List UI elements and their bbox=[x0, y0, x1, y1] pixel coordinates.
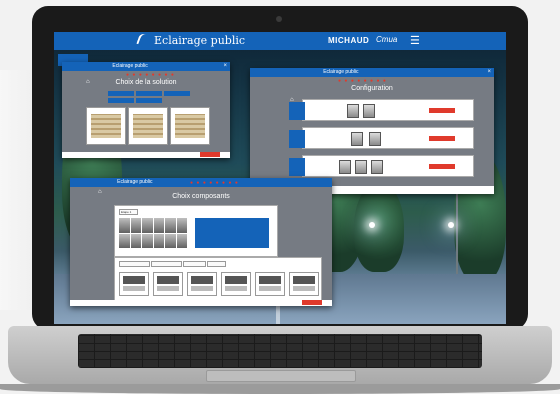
section-heading: Configuration bbox=[351, 85, 393, 92]
component-slot[interactable] bbox=[165, 233, 176, 248]
window-title: Eclairage public bbox=[117, 179, 153, 185]
laptop: Eclairage public MICHAUD Cmua ☰ Eclairag… bbox=[32, 6, 528, 330]
app-header: Eclairage public MICHAUD Cmua ☰ bbox=[54, 32, 506, 50]
config-row[interactable] bbox=[289, 99, 474, 121]
window-configuration: Eclairage public × ● ● ● ● ● ● ● ● Confi… bbox=[250, 68, 494, 194]
select-field[interactable] bbox=[151, 261, 182, 267]
leaf-icon bbox=[136, 32, 152, 48]
window-header: Eclairage public ● ● ● ● ● ● ● ● bbox=[70, 178, 332, 187]
home-icon[interactable]: ⌂ bbox=[86, 79, 90, 85]
component-image bbox=[355, 160, 367, 174]
street-light bbox=[448, 222, 454, 228]
screen: Eclairage public MICHAUD Cmua ☰ Eclairag… bbox=[54, 32, 506, 324]
solution-image bbox=[91, 114, 121, 138]
content-area: ⌂ Choix composants Etape 1 bbox=[70, 187, 332, 301]
select-field[interactable] bbox=[183, 261, 206, 267]
row-label bbox=[289, 130, 305, 148]
row-label bbox=[289, 158, 305, 176]
component-image bbox=[351, 132, 363, 146]
filter-tabs bbox=[108, 98, 162, 103]
street-light bbox=[369, 222, 375, 228]
webcam bbox=[276, 16, 282, 22]
solution-card[interactable] bbox=[86, 107, 126, 145]
component-slot[interactable] bbox=[153, 233, 164, 248]
component-slot[interactable] bbox=[119, 218, 130, 233]
component-slot[interactable] bbox=[130, 218, 141, 233]
component-image bbox=[339, 160, 351, 174]
window-header: Eclairage public × bbox=[62, 62, 230, 71]
option-thumb[interactable] bbox=[153, 272, 183, 296]
window-title: Eclairage public bbox=[112, 63, 148, 69]
row-label bbox=[289, 102, 305, 120]
window-solution: Eclairage public × ● ● ● ● ● ● ● ● Choix… bbox=[62, 62, 230, 158]
component-grid bbox=[119, 218, 187, 248]
component-selector: Etape 1 bbox=[114, 205, 278, 257]
filter-tab[interactable] bbox=[108, 98, 134, 103]
component-image bbox=[347, 104, 359, 118]
config-row[interactable] bbox=[289, 127, 474, 149]
component-slot[interactable] bbox=[165, 218, 176, 233]
window-header: Eclairage public × bbox=[250, 68, 494, 77]
component-slot[interactable] bbox=[130, 233, 141, 248]
filter-tabs bbox=[108, 91, 190, 96]
option-thumb[interactable] bbox=[187, 272, 217, 296]
continue-button[interactable] bbox=[200, 152, 220, 157]
component-slot[interactable] bbox=[176, 218, 187, 233]
window-title: Eclairage public bbox=[323, 69, 359, 75]
select-button[interactable] bbox=[429, 164, 455, 169]
option-thumb[interactable] bbox=[289, 272, 319, 296]
step-tab[interactable]: Etape 1 bbox=[119, 209, 138, 215]
laptop-lip bbox=[0, 384, 560, 394]
content-area: ● ● ● ● ● ● ● ● Choix de la solution ⌂ bbox=[62, 71, 230, 152]
content-area: ● ● ● ● ● ● ● ● Configuration ⌂ bbox=[250, 77, 494, 186]
laptop-base bbox=[8, 326, 552, 384]
filter-tab[interactable] bbox=[108, 91, 134, 96]
brand-logo-secondary: Cmua bbox=[376, 35, 398, 44]
component-image bbox=[369, 132, 381, 146]
hamburger-icon[interactable]: ☰ bbox=[410, 34, 420, 47]
option-thumb[interactable] bbox=[221, 272, 251, 296]
filter-tab[interactable] bbox=[136, 98, 162, 103]
select-field[interactable] bbox=[119, 261, 150, 267]
options-panel bbox=[114, 257, 322, 301]
section-heading: Choix composants bbox=[172, 193, 230, 200]
config-row[interactable] bbox=[289, 155, 474, 177]
solution-image bbox=[175, 114, 205, 138]
progress-dots: ● ● ● ● ● ● ● ● bbox=[126, 72, 175, 78]
component-slot[interactable] bbox=[119, 233, 130, 248]
select-button[interactable] bbox=[429, 136, 455, 141]
select-button[interactable] bbox=[429, 108, 455, 113]
option-thumb[interactable] bbox=[255, 272, 285, 296]
close-icon[interactable]: × bbox=[223, 62, 227, 71]
solution-image bbox=[133, 114, 163, 138]
touchpad bbox=[206, 370, 356, 382]
filter-tab[interactable] bbox=[136, 91, 162, 96]
select-field[interactable] bbox=[207, 261, 226, 267]
close-icon[interactable]: × bbox=[487, 68, 491, 77]
component-slot[interactable] bbox=[176, 233, 187, 248]
component-image bbox=[371, 160, 383, 174]
component-slot[interactable] bbox=[153, 218, 164, 233]
app-title: Eclairage public bbox=[154, 34, 246, 47]
progress-dots: ● ● ● ● ● ● ● ● bbox=[338, 78, 387, 84]
solution-card[interactable] bbox=[170, 107, 210, 145]
window-footer bbox=[70, 300, 332, 306]
preview-panel bbox=[195, 218, 269, 248]
filter-tab[interactable] bbox=[164, 91, 190, 96]
window-components: Eclairage public ● ● ● ● ● ● ● ● ⌂ Choix… bbox=[70, 178, 332, 306]
solution-card[interactable] bbox=[128, 107, 168, 145]
brand-logo: MICHAUD bbox=[328, 36, 370, 45]
keyboard bbox=[78, 334, 482, 368]
continue-button[interactable] bbox=[302, 300, 322, 305]
tree bbox=[354, 182, 404, 272]
option-thumb[interactable] bbox=[119, 272, 149, 296]
component-slot[interactable] bbox=[142, 233, 153, 248]
component-slot[interactable] bbox=[142, 218, 153, 233]
component-image bbox=[363, 104, 375, 118]
